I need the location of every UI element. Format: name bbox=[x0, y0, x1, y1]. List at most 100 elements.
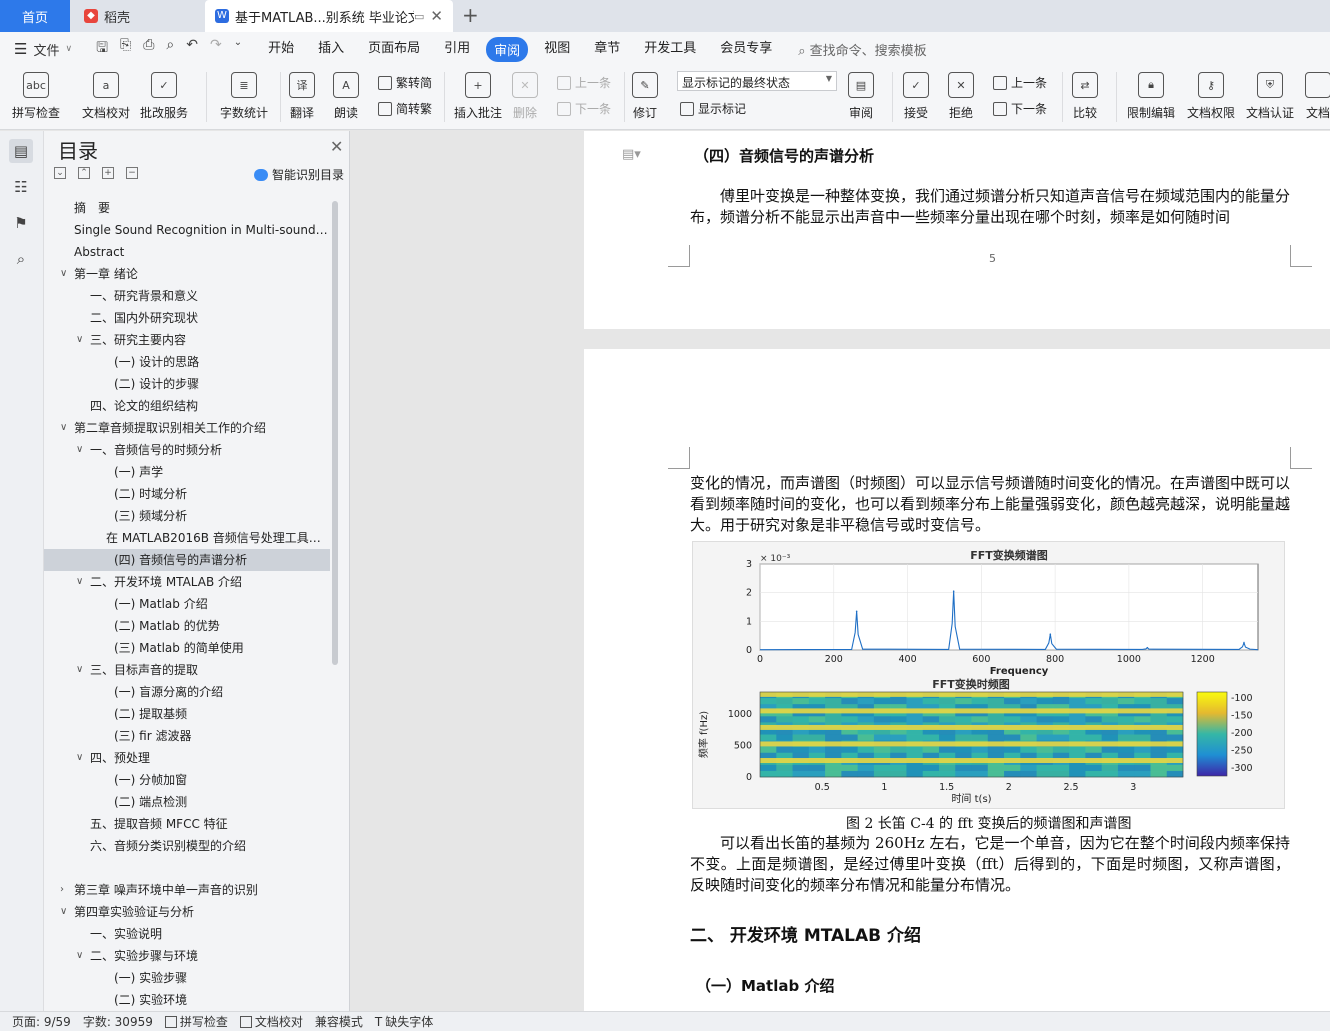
toc-item[interactable]: (二) 实验环境 bbox=[44, 989, 330, 1011]
markup-state-select[interactable]: 显示标记的最终状态 ▼ bbox=[677, 71, 837, 91]
missing-font-button[interactable]: T 缺失字体 bbox=[375, 1013, 433, 1030]
doc-proof-toggle[interactable]: 文档校对 bbox=[239, 1013, 303, 1030]
prev-change-button[interactable]: 上一条 bbox=[993, 74, 1047, 91]
customize-icon[interactable]: ⌄ bbox=[234, 37, 242, 61]
next-change-button[interactable]: 下一条 bbox=[993, 100, 1047, 117]
toc-item[interactable]: (三) 频域分析 bbox=[44, 505, 330, 527]
toc-item[interactable]: Abstract bbox=[44, 241, 330, 263]
outline-icon[interactable]: ☷ bbox=[9, 175, 33, 199]
chevron-down-icon[interactable]: ∨ bbox=[76, 571, 83, 593]
toc-item[interactable]: 第一章 绪论 bbox=[44, 263, 330, 285]
command-search[interactable]: ⌕ 查找命令、搜索模板 bbox=[798, 40, 926, 59]
close-icon[interactable]: ✕ bbox=[330, 137, 343, 156]
redo-icon[interactable]: ↷ bbox=[210, 37, 222, 61]
toc-item[interactable]: (一) Matlab 介绍 bbox=[44, 593, 330, 615]
spell-check-toggle[interactable]: 拼写检查 bbox=[164, 1013, 228, 1030]
menu-start[interactable]: 开始 bbox=[268, 37, 294, 62]
translate-button[interactable]: 译 翻译 bbox=[289, 72, 315, 121]
toc-item[interactable]: 二、实验步骤与环境 bbox=[44, 945, 330, 967]
menu-insert[interactable]: 插入 bbox=[318, 37, 344, 62]
restrict-edit-button[interactable]: 🔒︎ 限制编辑 bbox=[1127, 72, 1175, 121]
paragraph-menu-icon[interactable]: ▤▾ bbox=[622, 147, 641, 162]
chevron-down-icon[interactable]: ∨ bbox=[60, 263, 67, 285]
toc-item[interactable]: (二) 提取基频 bbox=[44, 703, 330, 725]
toc-item[interactable]: 摘 要 bbox=[44, 197, 330, 219]
remove-heading-icon[interactable]: − bbox=[126, 167, 138, 179]
annot-service-button[interactable]: ✓ 批改服务 bbox=[140, 72, 188, 121]
print-icon[interactable]: ⎙ bbox=[143, 37, 154, 61]
word-count-button[interactable]: ≣ 字数统计 bbox=[220, 72, 268, 121]
toc-item[interactable]: (一) 实验步骤 bbox=[44, 967, 330, 989]
toc-item[interactable]: 第三章 噪声环境中单一声音的识别 bbox=[44, 879, 330, 901]
tab-daoke[interactable]: ◆ 稻壳 bbox=[72, 0, 202, 32]
trad-to-simp-button[interactable]: 繁转简 bbox=[378, 74, 432, 91]
expand-all-icon[interactable]: ⌃ bbox=[78, 167, 90, 179]
toc-item[interactable]: 一、研究背景和意义 bbox=[44, 285, 330, 307]
close-icon[interactable]: ✕ bbox=[430, 7, 443, 25]
toc-item[interactable]: (四) 音频信号的声谱分析 bbox=[44, 549, 330, 571]
chevron-down-icon[interactable]: ∨ bbox=[76, 945, 83, 967]
simp-to-trad-button[interactable]: 简转繁 bbox=[378, 100, 432, 117]
doc-permission-button[interactable]: ⚷ 文档权限 bbox=[1187, 72, 1235, 121]
read-aloud-button[interactable]: A 朗读 bbox=[333, 72, 359, 121]
toc-item[interactable]: (二) 端点检测 bbox=[44, 791, 330, 813]
next-comment-button[interactable]: 下一条 bbox=[557, 100, 611, 117]
menu-section[interactable]: 章节 bbox=[594, 37, 620, 62]
toc-icon[interactable]: ▤ bbox=[9, 139, 33, 163]
smart-toc-button[interactable]: 智能识别目录 bbox=[254, 166, 344, 183]
menu-layout[interactable]: 页面布局 bbox=[368, 37, 420, 62]
chevron-down-icon[interactable]: ∨ bbox=[76, 747, 83, 769]
search-icon[interactable]: ⌕ bbox=[9, 247, 33, 271]
spell-check-button[interactable]: abc 拼写检查 bbox=[12, 72, 60, 121]
chevron-down-icon[interactable]: ∨ bbox=[60, 417, 67, 439]
menu-member[interactable]: 会员专享 bbox=[720, 37, 772, 62]
toc-item[interactable]: (一) 声学 bbox=[44, 461, 330, 483]
toc-item[interactable]: 一、音频信号的时频分析 bbox=[44, 439, 330, 461]
word-count-indicator[interactable]: 字数: 30959 bbox=[83, 1013, 153, 1030]
chevron-down-icon[interactable]: ∨ bbox=[76, 329, 83, 351]
tab-document[interactable]: W 基于MATLAB...别系统 毕业论文 ▭ ✕ bbox=[205, 0, 453, 32]
toc-item[interactable]: 六、音频分类识别模型的介绍 bbox=[44, 835, 330, 857]
toc-item[interactable]: 三、研究主要内容 bbox=[44, 329, 330, 351]
toc-item[interactable]: 四、预处理 bbox=[44, 747, 330, 769]
toc-item[interactable]: (一) 分帧加窗 bbox=[44, 769, 330, 791]
toc-item[interactable]: 第二章音频提取识别相关工作的介绍 bbox=[44, 417, 330, 439]
menu-view[interactable]: 视图 bbox=[544, 37, 570, 62]
prev-comment-button[interactable]: 上一条 bbox=[557, 74, 611, 91]
toc-item[interactable]: (一) 设计的思路 bbox=[44, 351, 330, 373]
add-heading-icon[interactable]: + bbox=[102, 167, 114, 179]
delete-comment-button[interactable]: ✕ 删除 bbox=[512, 72, 538, 121]
toc-item[interactable]: (二) 设计的步骤 bbox=[44, 373, 330, 395]
screen-icon[interactable]: ▭ bbox=[414, 10, 424, 23]
page-indicator[interactable]: 页面: 9/59 bbox=[12, 1013, 71, 1030]
collapse-all-icon[interactable]: ⌄ bbox=[54, 167, 66, 179]
toc-item[interactable]: (三) Matlab 的简单使用 bbox=[44, 637, 330, 659]
toc-item[interactable]: 一、实验说明 bbox=[44, 923, 330, 945]
export-icon[interactable]: ⎘ bbox=[120, 37, 131, 61]
print-preview-icon[interactable]: ⌕ bbox=[166, 37, 174, 61]
toc-item[interactable]: Single Sound Recognition in Multi-sound … bbox=[44, 219, 330, 241]
undo-icon[interactable]: ↶ bbox=[186, 37, 198, 61]
tab-home[interactable]: 首页 bbox=[0, 0, 70, 32]
file-menu[interactable]: ☰ 文件 ∨ bbox=[14, 40, 72, 59]
toc-scrollbar[interactable] bbox=[332, 201, 338, 665]
insert-comment-button[interactable]: + 插入批注 bbox=[454, 72, 502, 121]
chevron-down-icon[interactable]: ∨ bbox=[76, 659, 83, 681]
new-tab-button[interactable]: + bbox=[462, 3, 479, 27]
chevron-down-icon[interactable]: ∨ bbox=[76, 439, 83, 461]
toc-item[interactable]: (二) 时域分析 bbox=[44, 483, 330, 505]
menu-developer[interactable]: 开发工具 bbox=[644, 37, 696, 62]
menu-review[interactable]: 审阅 bbox=[486, 36, 529, 62]
toc-item[interactable]: 二、国内外研究现状 bbox=[44, 307, 330, 329]
toc-item[interactable]: 四、论文的组织结构 bbox=[44, 395, 330, 417]
toc-item[interactable]: 三、目标声音的提取 bbox=[44, 659, 330, 681]
chevron-down-icon[interactable]: ∨ bbox=[60, 901, 67, 923]
toc-item[interactable]: 在 MATLAB2016B 音频信号处理工具箱中的应用 bbox=[44, 527, 330, 549]
doc-more-button[interactable]: 文档 bbox=[1305, 72, 1330, 121]
review-pane-button[interactable]: ▤ 审阅 bbox=[848, 72, 874, 121]
toc-item[interactable]: 第四章实验验证与分析 bbox=[44, 901, 330, 923]
save-icon[interactable]: 🖫 bbox=[96, 37, 108, 61]
bookmark-icon[interactable]: ⚑ bbox=[9, 211, 33, 235]
track-changes-button[interactable]: ✎ 修订 bbox=[632, 72, 658, 121]
menu-references[interactable]: 引用 bbox=[444, 37, 470, 62]
